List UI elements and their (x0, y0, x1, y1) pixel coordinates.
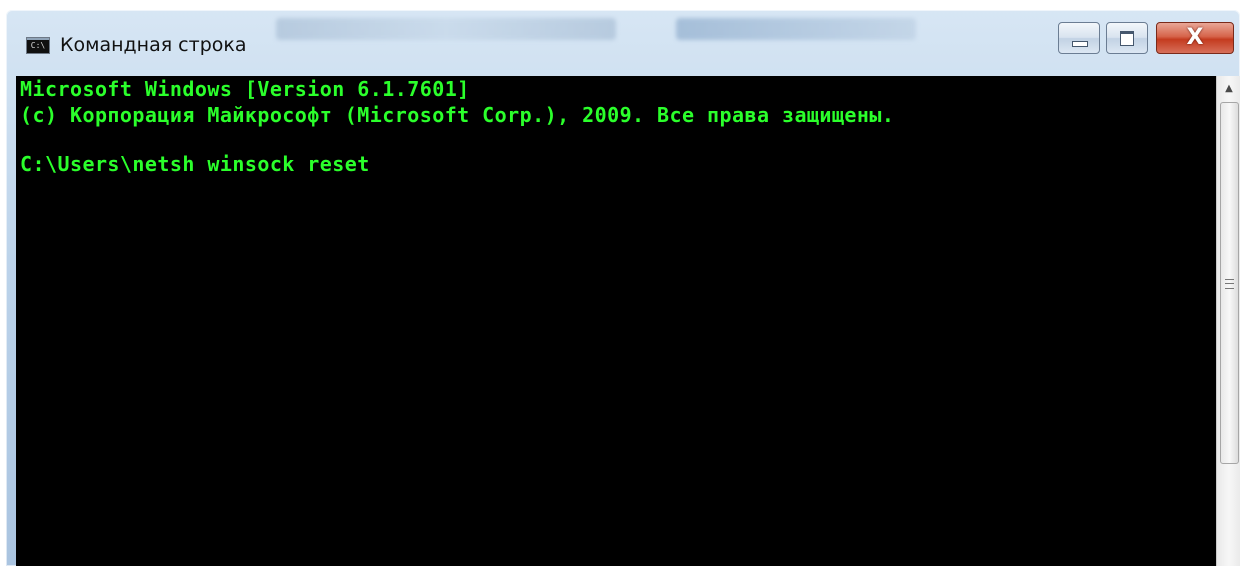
window-title: Командная строка (60, 34, 247, 56)
console-line-command: C:\Users\netsh winsock reset (20, 152, 370, 176)
maximize-button[interactable] (1106, 22, 1148, 54)
maximize-icon (1120, 31, 1134, 46)
minimize-icon (1072, 41, 1088, 47)
scrollbar-grip-icon (1225, 279, 1234, 289)
vertical-scrollbar[interactable]: ▲ (1216, 76, 1240, 566)
close-icon: X (1186, 25, 1204, 50)
minimize-button[interactable] (1058, 22, 1100, 54)
blurred-tab (276, 18, 616, 40)
blurred-background-taskbar (276, 12, 936, 48)
scrollbar-thumb[interactable] (1220, 102, 1239, 464)
close-button[interactable]: X (1156, 22, 1234, 54)
title-bar[interactable]: C:\ Командная строка X (6, 10, 1240, 74)
scroll-up-arrow-icon[interactable]: ▲ (1221, 82, 1237, 96)
blurred-tab (676, 18, 916, 40)
command-prompt-window: C:\ Командная строка X Microsoft Windows… (6, 10, 1240, 566)
console-line-copyright: (c) Корпорация Майкрософт (Microsoft Cor… (20, 103, 895, 127)
console-line-version: Microsoft Windows [Version 6.1.7601] (20, 77, 470, 101)
command-prompt-icon[interactable]: C:\ (26, 37, 50, 54)
console-output[interactable]: Microsoft Windows [Version 6.1.7601] (c)… (16, 76, 1216, 566)
